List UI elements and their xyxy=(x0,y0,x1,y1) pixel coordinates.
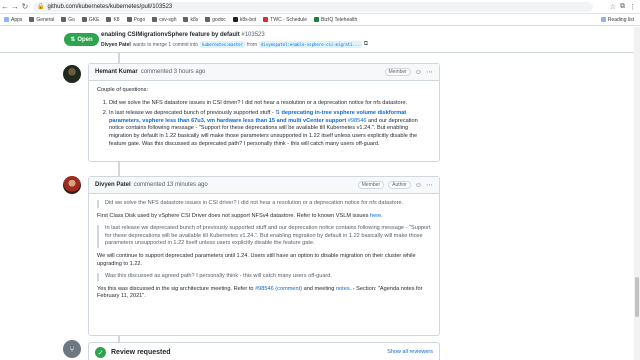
scrollbar[interactable] xyxy=(634,27,640,360)
bookmark-k8[interactable]: K8 xyxy=(106,17,120,23)
comment-hemant: Hemant Kumar commented 3 hours ago Membe… xyxy=(88,63,440,162)
bookmark-icon xyxy=(313,17,319,22)
more-options-icon[interactable]: ⋯ xyxy=(426,181,433,189)
bookmark-general[interactable]: General xyxy=(29,17,54,23)
pr-number: #103523 xyxy=(241,32,265,38)
folder-icon xyxy=(29,17,35,22)
comment-body: Did we solve the NFS datastore issues in… xyxy=(89,194,439,312)
comment-link[interactable]: (comment) xyxy=(275,286,302,292)
apps-grid-icon xyxy=(4,17,9,22)
comment-header: Divyen Patel commented 13 minutes ago Me… xyxy=(89,177,439,194)
author-badge: Author xyxy=(388,181,411,189)
quote-block: Was this discussed as agreed path? I per… xyxy=(97,273,431,281)
back-icon[interactable]: ← xyxy=(0,2,10,12)
comment-author[interactable]: Hemant Kumar xyxy=(95,69,138,75)
browser-toolbar: ← → ↻ 🔒 github.com/kubernetes/kubernetes… xyxy=(0,0,640,14)
list-item: In last release we deprecated bunch of p… xyxy=(109,110,431,148)
quote-block: Did we solve the NFS datastore issues in… xyxy=(97,200,431,208)
pr-author[interactable]: Divyen Patel xyxy=(101,42,131,48)
bookmark-godoc[interactable]: godoc xyxy=(205,17,226,23)
bookmarks-bar: Apps General Go GKE K8 Pogo csv-sgh k8s … xyxy=(0,14,640,26)
comment-time[interactable]: commented 3 hours ago xyxy=(141,69,206,75)
paragraph: Yes this was discussed in the sig archit… xyxy=(97,285,423,300)
scrollbar-thumb[interactable] xyxy=(635,277,639,317)
reading-list[interactable]: Reading list xyxy=(600,17,640,23)
bookmark-pogo[interactable]: Pogo xyxy=(126,17,145,23)
reaction-icon[interactable]: ☺ xyxy=(415,182,422,189)
forward-icon[interactable]: → xyxy=(10,2,20,12)
paragraph: First Class Disk used by vSphere CSI Dri… xyxy=(97,212,383,219)
pr-title: enabling CSIMigrationvSphere feature by … xyxy=(101,32,265,38)
review-status-box: ✓ Review requested Show all reviewers xyxy=(88,342,440,360)
folder-icon xyxy=(61,17,67,22)
list-item: Did we solve the NFS datastore issues in… xyxy=(109,100,431,108)
extensions-icon[interactable]: ⧉ xyxy=(620,3,625,11)
bookmark-go[interactable]: Go xyxy=(61,17,75,23)
comment-body: Couple of questions: Did we solve the NF… xyxy=(89,81,439,157)
head-branch[interactable]: divyenpatel:enable-vsphere-csi-migrati..… xyxy=(259,41,362,48)
folder-icon xyxy=(152,17,158,22)
check-icon: ✓ xyxy=(95,347,106,358)
bookmark-k8s[interactable]: k8s xyxy=(183,17,198,23)
star-icon[interactable]: ☆ xyxy=(610,3,616,11)
menu-icon[interactable]: ⋮ xyxy=(629,3,636,11)
git-pull-request-icon: ⑂ xyxy=(63,340,81,358)
role-badge: Member xyxy=(384,68,411,76)
pr-ref-link[interactable]: #98546 xyxy=(255,286,274,292)
vslm-issues-link[interactable]: here xyxy=(370,213,381,219)
url-text: github.com/kubernetes/kubernetes/pull/10… xyxy=(47,3,173,10)
bookmark-icon xyxy=(263,17,269,22)
address-bar[interactable]: 🔒 github.com/kubernetes/kubernetes/pull/… xyxy=(33,1,593,12)
reaction-icon[interactable]: ☺ xyxy=(415,69,422,76)
pr-status-badge: ⇅ Open xyxy=(64,33,99,46)
folder-icon xyxy=(205,17,211,22)
folder-icon xyxy=(126,17,132,22)
quote-block: In last release we deprecated bunch of p… xyxy=(97,225,431,248)
review-title: Review requested xyxy=(111,349,171,356)
comment-divyen: Divyen Patel commented 13 minutes ago Me… xyxy=(88,176,440,336)
comment-author[interactable]: Divyen Patel xyxy=(95,182,131,188)
base-branch[interactable]: kubernetes:master xyxy=(200,41,246,48)
comment-header: Hemant Kumar commented 3 hours ago Membe… xyxy=(89,64,439,81)
bookmark-twc-schedule[interactable]: TWC - Schedule xyxy=(263,17,307,23)
show-all-reviewers-link[interactable]: Show all reviewers xyxy=(387,349,433,355)
reading-list-icon xyxy=(600,17,606,22)
copy-icon[interactable]: ⧉ xyxy=(364,41,368,48)
meeting-notes-link[interactable]: notes xyxy=(336,286,350,292)
more-options-icon[interactable]: ⋯ xyxy=(426,68,433,76)
pull-request-icon: ⇅ xyxy=(70,37,76,43)
bookmark-gke[interactable]: GKE xyxy=(81,17,99,23)
paragraph: We will continue to support deprecated p… xyxy=(97,252,416,267)
bookmark-csv-sgh[interactable]: csv-sgh xyxy=(152,17,176,23)
bookmark-k8s-bot[interactable]: k8s-bot xyxy=(232,17,256,23)
pr-ref-link[interactable]: #98546 xyxy=(348,118,367,124)
avatar[interactable] xyxy=(63,65,81,83)
role-badge: Member xyxy=(357,181,385,189)
lock-icon: 🔒 xyxy=(37,4,45,10)
bookmark-apps[interactable]: Apps xyxy=(4,17,22,23)
bookmark-biziq[interactable]: BizIQ Telehealth xyxy=(313,17,357,23)
folder-icon xyxy=(81,17,87,22)
pr-sticky-header: ⇅ Open enabling CSIMigrationvSphere feat… xyxy=(0,27,640,53)
folder-icon xyxy=(106,17,112,22)
comment-time[interactable]: commented 13 minutes ago xyxy=(134,182,208,188)
reload-icon[interactable]: ↻ xyxy=(20,2,30,12)
bookmark-icon xyxy=(232,17,238,22)
folder-icon xyxy=(183,17,189,22)
pr-meta: Divyen Patel wants to merge 1 commit int… xyxy=(101,41,369,48)
avatar[interactable] xyxy=(63,176,81,194)
